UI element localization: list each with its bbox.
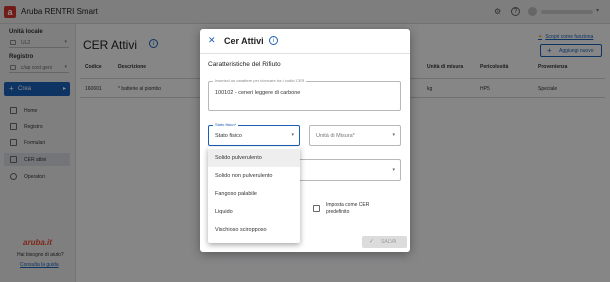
menu-option-label: Solido non pulverulento [215,173,273,179]
unit-of-measure-placeholder: Unità di Misura* [316,133,355,139]
menu-option-label: Solido pulverulento [215,155,262,161]
chevron-down-icon: ▾ [291,132,294,138]
cer-search-field[interactable]: Inserisci un carattere per ricercare tra… [208,78,401,111]
cer-search-value: 100102 - ceneri leggere di carbone [215,90,301,96]
dialog-header-divider [200,53,410,54]
menu-option-vischioso-sciropposo[interactable]: Vischioso sciropposo [208,221,300,239]
physical-state-label: Stato fisico* [213,122,239,127]
menu-option-label: Liquido [215,209,233,215]
chevron-down-icon: ▾ [392,167,395,173]
default-cer-checkbox[interactable] [313,205,320,212]
physical-state-value: Stato fisico [215,133,242,139]
check-icon: ✓ [369,239,375,245]
section-title: Caratteristiche del Rifiuto [208,61,281,68]
default-cer-label: Imposta come CER predefinito [326,202,370,215]
physical-state-select[interactable]: Stato fisico* Stato fisico ▾ [208,122,300,146]
physical-state-menu: Solido pulverulento Solido non pulverule… [208,147,300,243]
menu-option-solido-pulverulento[interactable]: Solido pulverulento [208,149,300,167]
menu-option-fangoso-palabile[interactable]: Fangoso palabile [208,185,300,203]
cer-search-label: Inserisci un carattere per ricercare tra… [213,78,307,83]
close-icon[interactable]: ✕ [208,35,216,46]
chevron-down-icon: ▾ [392,132,395,138]
menu-option-label: Vischioso sciropposo [215,227,267,233]
menu-option-solido-non-pulverulento[interactable]: Solido non pulverulento [208,167,300,185]
menu-option-label: Fangoso palabile [215,191,257,197]
dialog-title: Cer Attivi [224,36,264,46]
save-button[interactable]: ✓ SALVA [362,236,407,248]
unit-of-measure-select[interactable]: Unità di Misura* ▾ [309,125,401,146]
save-button-label: SALVA [381,239,397,245]
info-icon[interactable]: i [269,36,278,45]
menu-option-liquido[interactable]: Liquido [208,203,300,221]
